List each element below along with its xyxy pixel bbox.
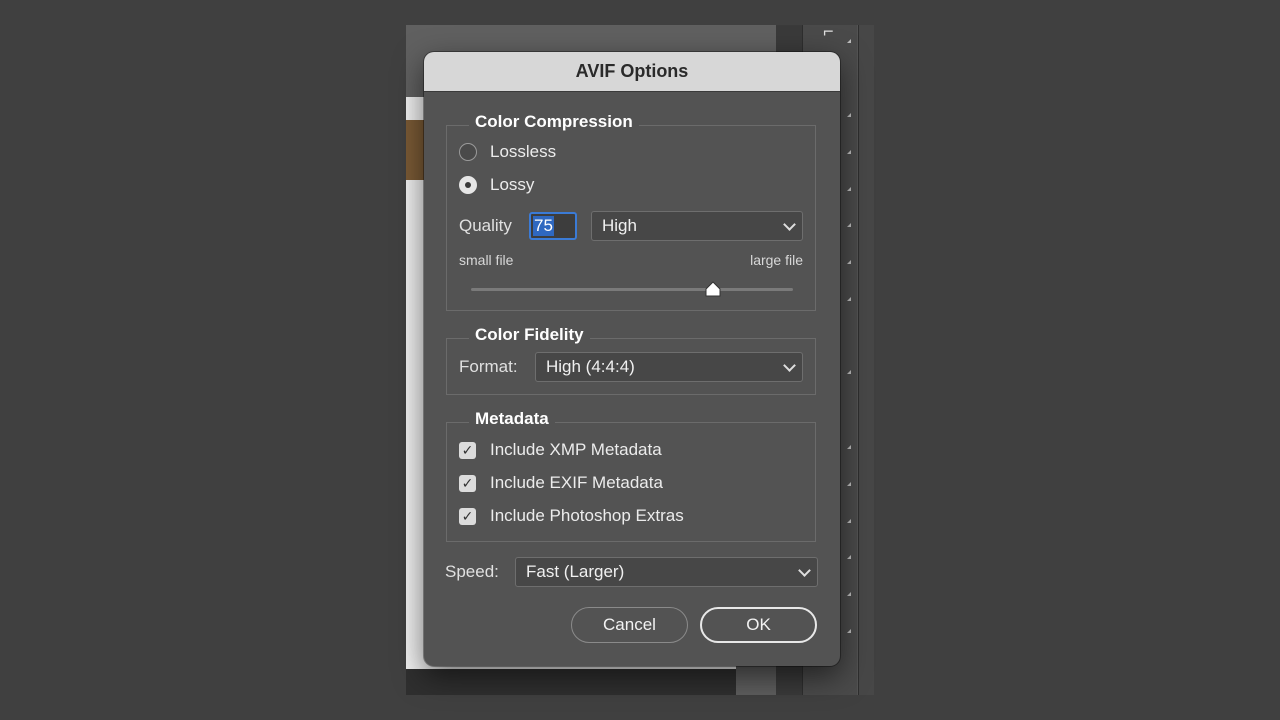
canvas-bottom-bar [406, 669, 736, 695]
tool-flyout-indicator [847, 445, 851, 449]
right-panel-edge [858, 25, 874, 695]
photoshop-extras-option[interactable]: ✓ Include Photoshop Extras [459, 506, 684, 526]
slider-max-label: large file [750, 252, 803, 268]
color-compression-group: Color Compression Lossless Lossy Quality… [446, 112, 816, 311]
tool-flyout-indicator [847, 39, 851, 43]
quality-preset-value: High [602, 216, 637, 235]
exif-metadata-label: Include EXIF Metadata [490, 473, 663, 492]
quality-value: 75 [533, 216, 554, 236]
tool-flyout-indicator [847, 370, 851, 374]
tool-flyout-indicator [847, 187, 851, 191]
xmp-metadata-label: Include XMP Metadata [490, 440, 662, 459]
tool-flyout-indicator [847, 482, 851, 486]
tool-flyout-indicator [847, 223, 851, 227]
color-fidelity-title: Color Fidelity [469, 325, 590, 345]
lossy-label: Lossy [490, 175, 535, 194]
chevron-down-icon [783, 359, 796, 372]
color-fidelity-group: Color Fidelity Format: High (4:4:4) [446, 325, 816, 395]
quality-slider-thumb[interactable] [705, 281, 721, 297]
lossless-radio[interactable] [459, 143, 477, 161]
tool-flyout-indicator [847, 297, 851, 301]
tool-flyout-indicator [847, 150, 851, 154]
ok-button[interactable]: OK [700, 607, 817, 643]
xmp-metadata-option[interactable]: ✓ Include XMP Metadata [459, 440, 662, 460]
quality-preset-select[interactable]: High [591, 211, 803, 241]
tool-flyout-indicator [847, 519, 851, 523]
tool-flyout-indicator [847, 260, 851, 264]
speed-value: Fast (Larger) [526, 562, 625, 581]
format-value: High (4:4:4) [546, 357, 635, 376]
slider-min-label: small file [459, 252, 514, 268]
tool-flyout-indicator [847, 555, 851, 559]
speed-select[interactable]: Fast (Larger) [515, 557, 818, 587]
avif-options-dialog: AVIF Options Color Compression Lossless … [424, 52, 840, 666]
format-select[interactable]: High (4:4:4) [535, 352, 803, 382]
lossless-option[interactable]: Lossless [459, 142, 556, 162]
crop-tool-icon[interactable]: ⌐ [823, 25, 834, 42]
image-fragment [406, 120, 426, 180]
checkmark-icon[interactable]: ✓ [459, 441, 476, 459]
chevron-down-icon [783, 218, 796, 231]
quality-label: Quality [459, 216, 512, 235]
chevron-down-icon [798, 564, 811, 577]
speed-label: Speed: [445, 562, 499, 581]
lossless-label: Lossless [490, 142, 557, 161]
lossy-option[interactable]: Lossy [459, 175, 534, 195]
photoshop-extras-label: Include Photoshop Extras [490, 506, 684, 525]
lossy-radio[interactable] [459, 176, 477, 194]
dialog-title: AVIF Options [424, 52, 840, 92]
exif-metadata-option[interactable]: ✓ Include EXIF Metadata [459, 473, 663, 493]
checkmark-icon[interactable]: ✓ [459, 507, 476, 525]
format-label: Format: [459, 357, 518, 376]
quality-slider-track[interactable] [471, 288, 793, 291]
metadata-title: Metadata [469, 409, 555, 429]
metadata-group: Metadata ✓ Include XMP Metadata ✓ Includ… [446, 409, 816, 542]
quality-input[interactable]: 75 [529, 212, 577, 240]
color-compression-title: Color Compression [469, 112, 639, 132]
tool-flyout-indicator [847, 592, 851, 596]
tool-flyout-indicator [847, 113, 851, 117]
checkmark-icon[interactable]: ✓ [459, 474, 476, 492]
tool-flyout-indicator [847, 629, 851, 633]
cancel-button[interactable]: Cancel [571, 607, 688, 643]
